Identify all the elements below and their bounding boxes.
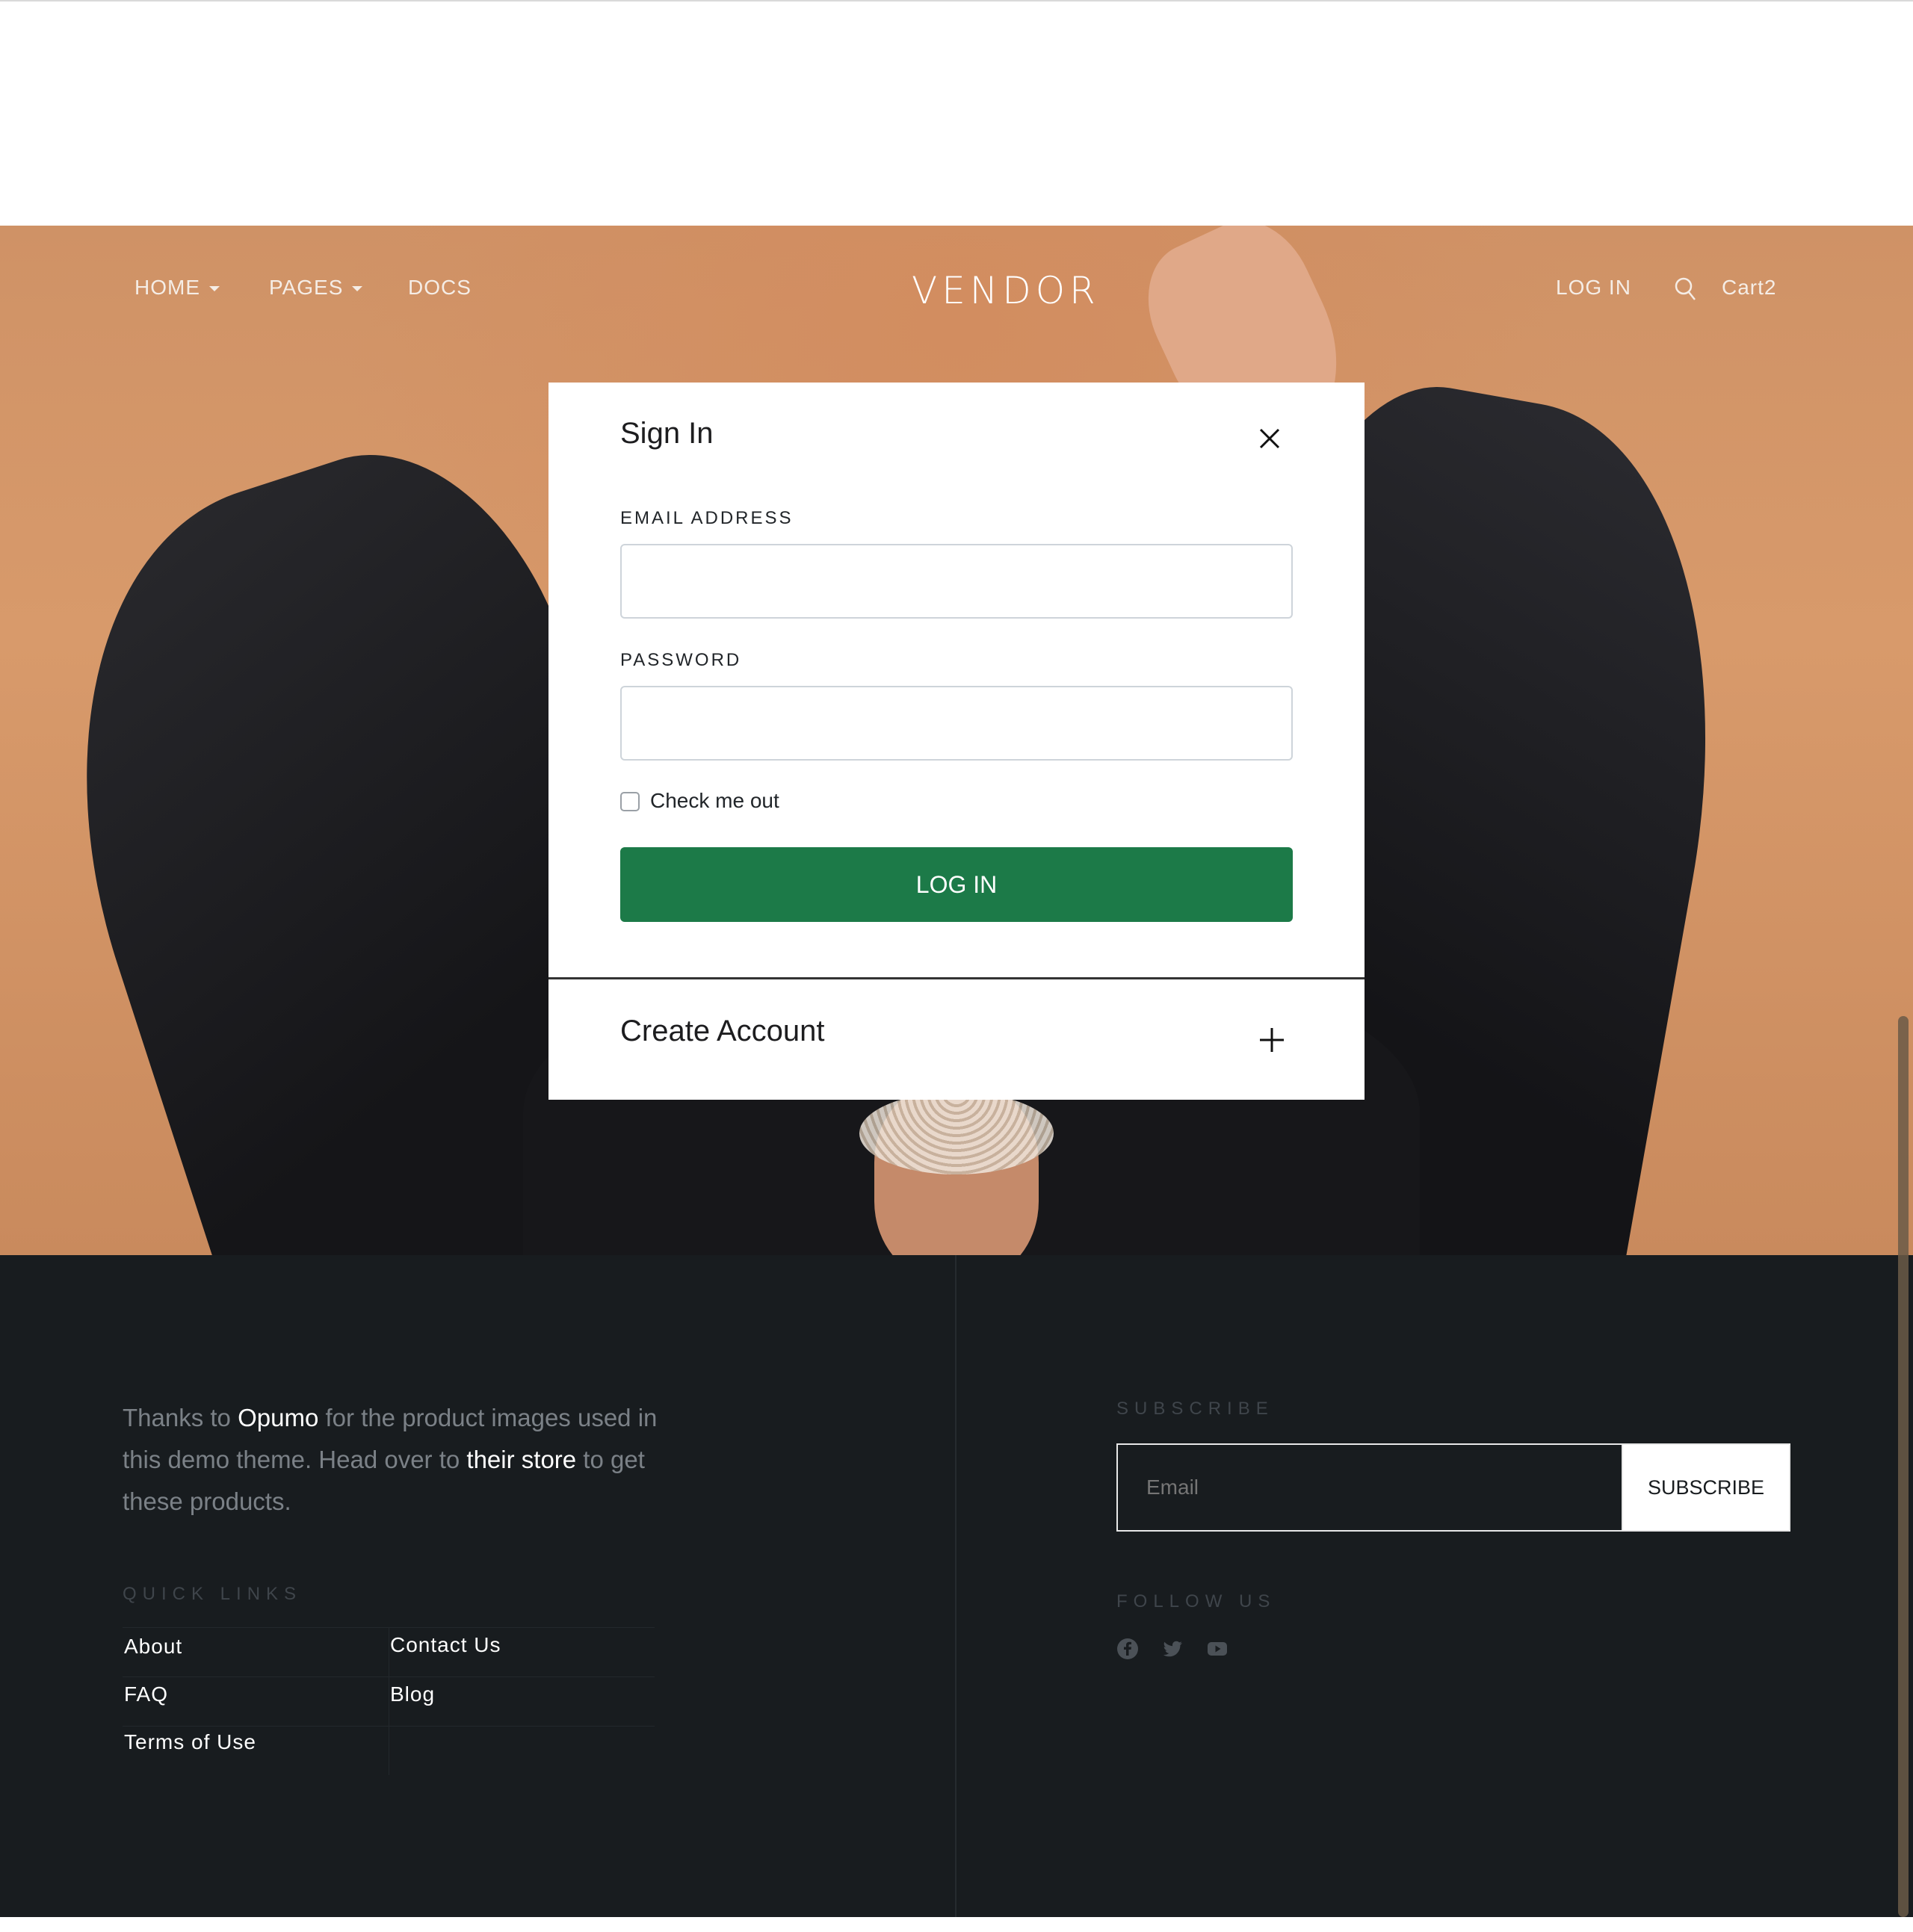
caret-down-icon bbox=[352, 286, 363, 292]
footer-column-divider bbox=[955, 1255, 956, 1917]
page-scrollbar[interactable] bbox=[1898, 1016, 1909, 1917]
footer-link-terms[interactable]: Terms of Use bbox=[124, 1730, 256, 1754]
password-field[interactable] bbox=[620, 686, 1293, 761]
email-field[interactable] bbox=[620, 544, 1293, 619]
nav-home[interactable]: HOME bbox=[135, 276, 220, 300]
nav-login[interactable]: LOG IN bbox=[1556, 276, 1631, 300]
footer-link-faq[interactable]: FAQ bbox=[124, 1682, 168, 1706]
check-me-out-checkbox[interactable] bbox=[620, 792, 640, 811]
bottom-blank-strip bbox=[0, 1917, 1913, 1932]
top-navigation: HOME PAGES DOCS VENDOR LOG IN Cart2 bbox=[0, 226, 1913, 345]
footer-link-blog[interactable]: Blog bbox=[390, 1682, 435, 1706]
site-footer: Thanks to Opumo for the product images u… bbox=[0, 1255, 1913, 1917]
plus-icon[interactable] bbox=[1258, 1027, 1285, 1053]
footer-link-about[interactable]: About bbox=[124, 1635, 182, 1659]
nav-cart[interactable]: Cart2 bbox=[1722, 276, 1776, 300]
nav-pages[interactable]: PAGES bbox=[269, 276, 363, 300]
caret-down-icon bbox=[209, 286, 220, 292]
subscribe-email-input[interactable] bbox=[1116, 1443, 1622, 1532]
facebook-icon[interactable] bbox=[1116, 1638, 1139, 1660]
create-account-toggle[interactable]: Create Account bbox=[620, 1015, 825, 1048]
nav-pages-label: PAGES bbox=[269, 276, 344, 299]
quick-links-heading: QUICK LINKS bbox=[123, 1584, 303, 1604]
modal-title: Sign In bbox=[620, 417, 714, 450]
nav-home-label: HOME bbox=[135, 276, 200, 299]
modal-divider bbox=[548, 977, 1365, 979]
credit-text-part1: Thanks to bbox=[123, 1404, 238, 1431]
email-label: EMAIL ADDRESS bbox=[620, 508, 794, 528]
search-icon[interactable] bbox=[1674, 276, 1696, 302]
footer-link-contact[interactable]: Contact Us bbox=[390, 1633, 501, 1657]
login-button[interactable]: LOG IN bbox=[620, 847, 1293, 922]
follow-us-heading: FOLLOW US bbox=[1116, 1591, 1276, 1611]
sign-in-modal: Sign In EMAIL ADDRESS PASSWORD Check me … bbox=[548, 383, 1365, 1100]
site-logo[interactable]: VENDOR bbox=[912, 269, 1100, 312]
footer-credit-text: Thanks to Opumo for the product images u… bbox=[123, 1397, 690, 1523]
top-blank-area bbox=[0, 0, 1913, 226]
check-me-out-label[interactable]: Check me out bbox=[650, 789, 779, 813]
opumo-link[interactable]: Opumo bbox=[238, 1404, 318, 1431]
subscribe-button[interactable]: SUBSCRIBE bbox=[1622, 1443, 1790, 1532]
nav-docs[interactable]: DOCS bbox=[408, 276, 472, 300]
close-icon[interactable] bbox=[1258, 427, 1281, 450]
password-label: PASSWORD bbox=[620, 650, 742, 670]
hero-pearls-shape bbox=[859, 1092, 1054, 1174]
their-store-link[interactable]: their store bbox=[466, 1446, 576, 1473]
subscribe-heading: SUBSCRIBE bbox=[1116, 1399, 1274, 1419]
twitter-icon[interactable] bbox=[1161, 1638, 1184, 1660]
youtube-icon[interactable] bbox=[1206, 1638, 1229, 1660]
